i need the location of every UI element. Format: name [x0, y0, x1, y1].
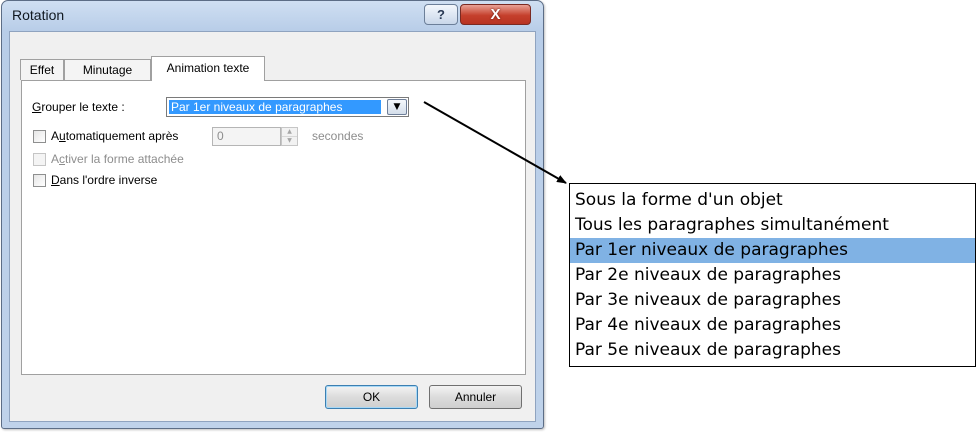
tab-label: Animation texte	[166, 61, 250, 75]
dropdown-options-list: Sous la forme d'un objet Tous les paragra…	[569, 183, 976, 367]
dropdown-option[interactable]: Par 2e niveaux de paragraphes	[570, 263, 975, 288]
dropdown-option[interactable]: Par 4e niveaux de paragraphes	[570, 313, 975, 338]
dropdown-option[interactable]: Tous les paragraphes simultanément	[570, 213, 975, 238]
dropdown-option[interactable]: Par 3e niveaux de paragraphes	[570, 288, 975, 313]
dropdown-option[interactable]: Par 1er niveaux de paragraphes	[570, 238, 975, 263]
dropdown-option[interactable]: Sous la forme d'un objet	[570, 188, 975, 213]
dropdown-option[interactable]: Par 5e niveaux de paragraphes	[570, 338, 975, 363]
tab-animation-texte[interactable]: Animation texte	[151, 56, 265, 81]
